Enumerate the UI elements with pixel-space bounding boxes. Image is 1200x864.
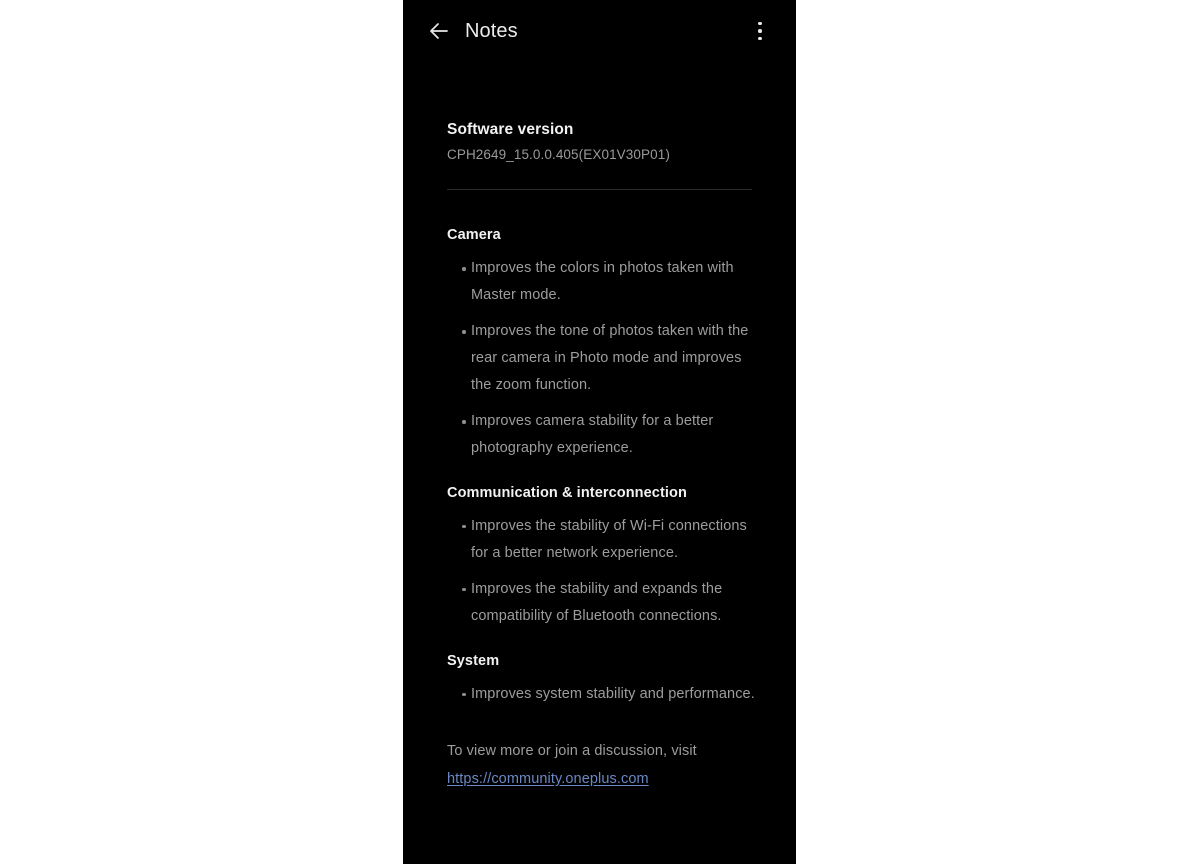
section-bullet-list: Improves system stability and performanc… (447, 681, 755, 708)
software-version-label: Software version (447, 121, 574, 138)
arrow-left-icon (427, 19, 451, 43)
more-vertical-icon-dot-2 (758, 29, 762, 33)
software-version-value: CPH2649_15.0.0.405(EX01V30P01) (447, 147, 670, 163)
changelog-section: System Improves system stability and perf… (447, 652, 755, 708)
more-vertical-icon-dot-1 (758, 21, 762, 26)
section-bullet-list: Improves the stability of Wi-Fi connecti… (447, 513, 755, 630)
app-bar: Notes (403, 0, 796, 62)
changelog-section: Communication & interconnection Improves … (447, 484, 755, 630)
footer-note: To view more or join a discussion, visit (447, 742, 697, 759)
section-title: System (447, 652, 500, 669)
page-title: Notes (465, 20, 518, 42)
section-divider (447, 189, 752, 191)
notes-content-scroll[interactable]: Software version CPH2649_15.0.0.405(EX01… (403, 62, 796, 864)
bullet-item: Improves the stability and expands the c… (447, 576, 755, 630)
notes-content: Software version CPH2649_15.0.0.405(EX01… (403, 120, 796, 793)
community-link[interactable]: https://community.oneplus.com (447, 766, 649, 793)
screenshot-root: Notes Software version CPH2649_15.0.0.40… (0, 0, 1200, 864)
section-title: Camera (447, 227, 501, 244)
changelog-sections: Camera Improves the colors in photos take… (447, 226, 755, 708)
more-options-button[interactable] (743, 14, 777, 48)
bullet-item: Improves system stability and performanc… (447, 681, 755, 708)
bullet-item: Improves camera stability for a better p… (447, 408, 755, 462)
notes-panel: Notes Software version CPH2649_15.0.0.40… (403, 0, 796, 864)
bullet-item: Improves the stability of Wi-Fi connecti… (447, 513, 755, 567)
bullet-item: Improves the colors in photos taken with… (447, 255, 755, 309)
section-title: Communication & interconnection (447, 485, 687, 502)
bullet-item: Improves the tone of photos taken with t… (447, 318, 755, 399)
section-bullet-list: Improves the colors in photos taken with… (447, 255, 755, 462)
changelog-section: Camera Improves the colors in photos take… (447, 226, 755, 462)
more-vertical-icon-dot-3 (758, 36, 762, 41)
back-button[interactable] (422, 14, 456, 48)
